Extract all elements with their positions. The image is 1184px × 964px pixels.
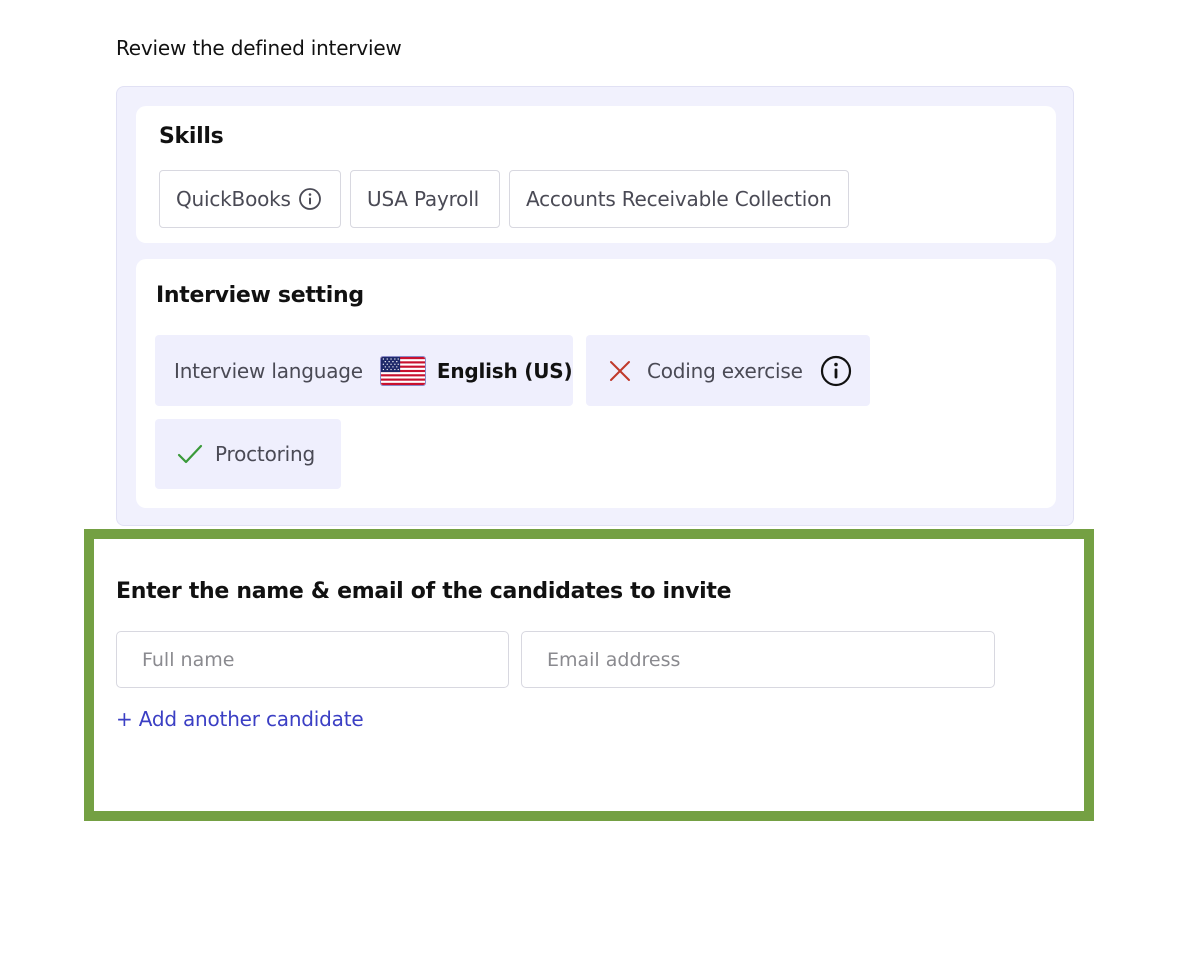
interview-language-label: Interview language bbox=[174, 358, 363, 383]
coding-exercise-label: Coding exercise bbox=[647, 358, 803, 383]
check-icon bbox=[177, 444, 203, 464]
invite-candidates-section: Enter the name & email of the candidates… bbox=[84, 529, 1094, 821]
skills-title: Skills bbox=[159, 124, 224, 149]
interview-setting-card: Interview setting Interview language Eng… bbox=[136, 259, 1056, 508]
full-name-input[interactable] bbox=[116, 631, 509, 688]
page-heading: Review the defined interview bbox=[116, 36, 402, 60]
skill-chip-quickbooks: QuickBooks bbox=[159, 170, 341, 228]
interview-setting-title: Interview setting bbox=[156, 283, 364, 308]
add-another-candidate-link[interactable]: + Add another candidate bbox=[116, 707, 364, 731]
us-flag-icon bbox=[379, 355, 426, 386]
info-icon[interactable] bbox=[298, 187, 322, 211]
proctoring-chip: Proctoring bbox=[155, 419, 341, 489]
skill-chip-accounts-receivable: Accounts Receivable Collection bbox=[509, 170, 849, 228]
skill-label: USA Payroll bbox=[367, 187, 479, 211]
coding-exercise-chip: Coding exercise bbox=[586, 335, 870, 406]
interview-review-panel: Skills QuickBooks USA Payroll Accounts R… bbox=[116, 86, 1074, 526]
x-icon bbox=[610, 360, 630, 381]
skill-label: Accounts Receivable Collection bbox=[526, 187, 832, 211]
skill-chip-usa-payroll: USA Payroll bbox=[350, 170, 500, 228]
email-address-input[interactable] bbox=[521, 631, 995, 688]
info-icon[interactable] bbox=[820, 355, 852, 387]
proctoring-label: Proctoring bbox=[215, 442, 315, 466]
skills-card: Skills QuickBooks USA Payroll Accounts R… bbox=[136, 106, 1056, 243]
interview-language-chip: Interview language English (US) bbox=[155, 335, 573, 406]
interview-language-value: English (US) bbox=[436, 358, 573, 383]
invite-title: Enter the name & email of the candidates… bbox=[116, 579, 732, 604]
skill-label: QuickBooks bbox=[176, 187, 291, 211]
